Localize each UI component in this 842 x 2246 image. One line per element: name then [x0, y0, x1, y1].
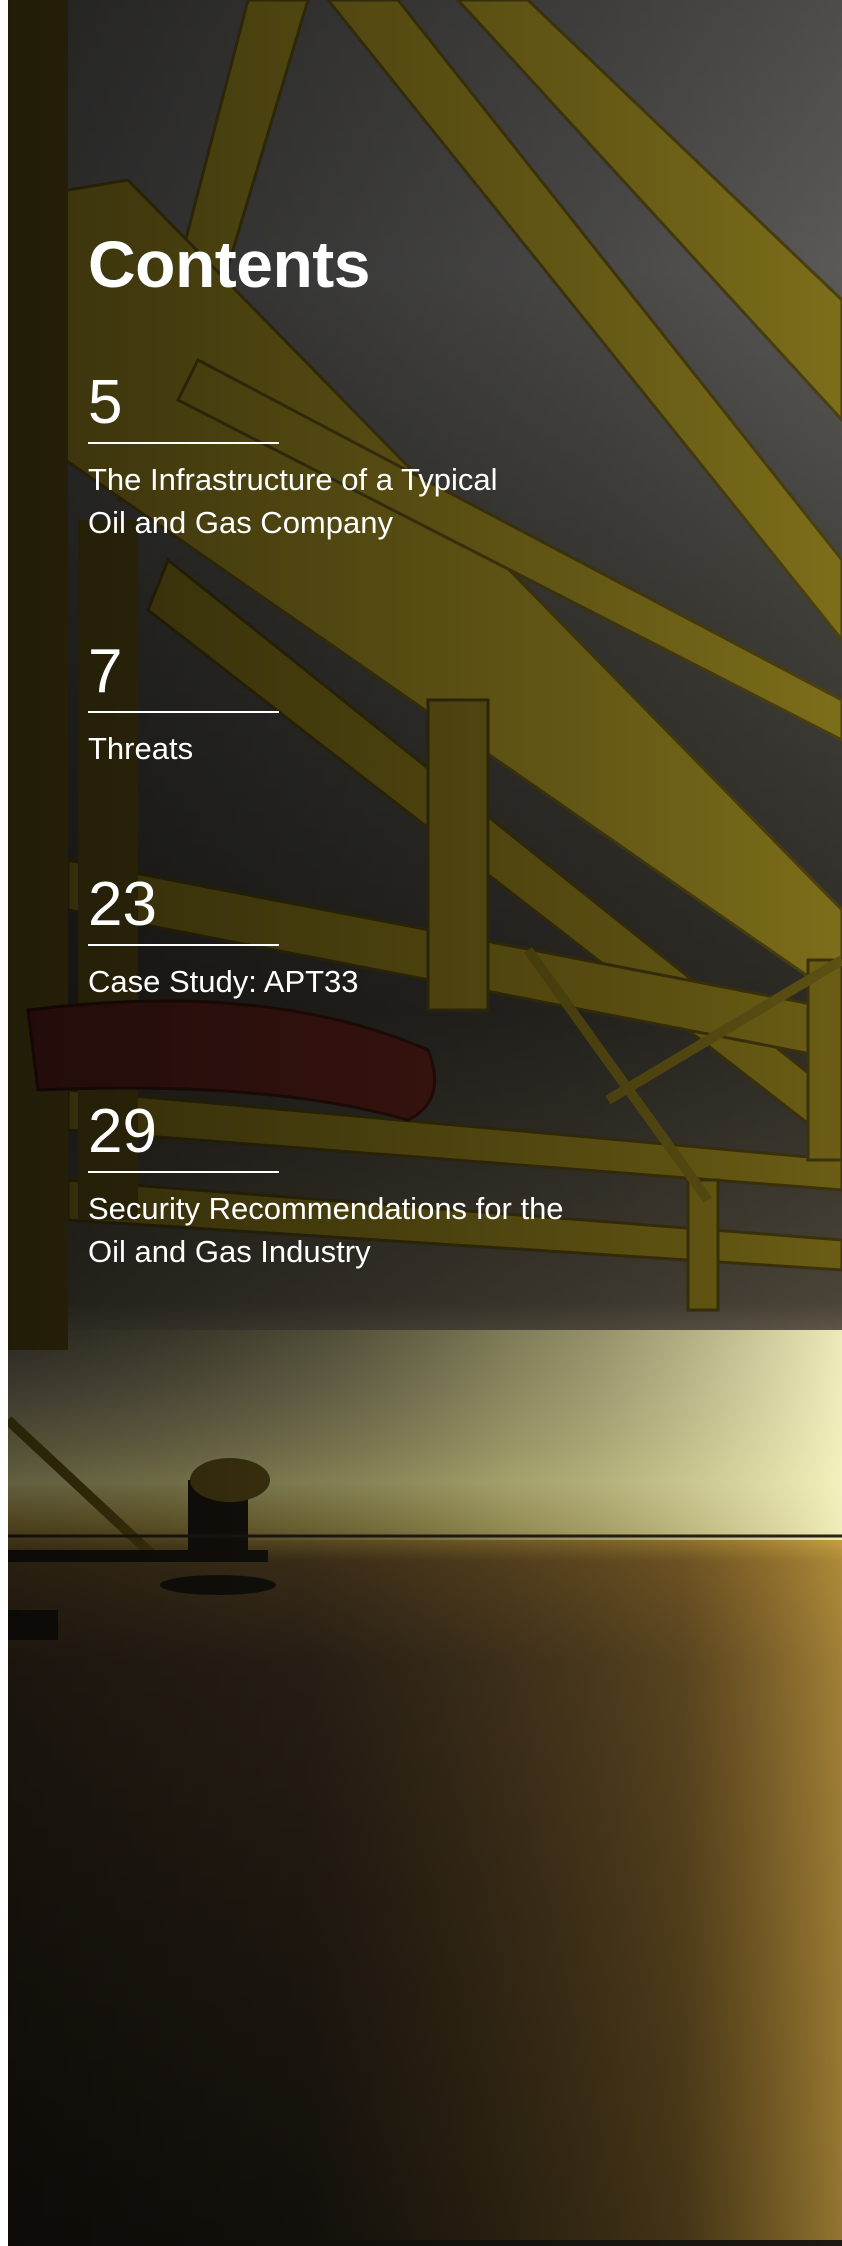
divider: [88, 711, 279, 713]
divider: [88, 944, 279, 946]
toc-entry-title: Security Recommendations for the Oil and…: [88, 1191, 564, 1269]
divider: [88, 1171, 279, 1173]
toc-page-number: 23: [88, 870, 157, 939]
toc-entry-title: Threats: [88, 731, 194, 766]
toc-page-number: 29: [88, 1097, 157, 1166]
toc-entry[interactable]: 7 Threats: [88, 637, 648, 770]
toc-entry[interactable]: 29 Security Recommendations for the Oil …: [88, 1097, 648, 1273]
contents-heading: Contents: [88, 227, 370, 301]
toc-page-number: 5: [88, 368, 123, 437]
toc-entry-title: The Infrastructure of a Typical Oil and …: [88, 462, 498, 540]
toc-page-number: 7: [88, 637, 123, 706]
toc-entry-title: Case Study: APT33: [88, 964, 359, 999]
divider: [88, 442, 279, 444]
table-of-contents: Contents 5 The Infrastructure of a Typic…: [88, 226, 648, 1269]
toc-entry[interactable]: 23 Case Study: APT33: [88, 870, 648, 1003]
toc-entry[interactable]: 5 The Infrastructure of a Typical Oil an…: [88, 368, 648, 544]
